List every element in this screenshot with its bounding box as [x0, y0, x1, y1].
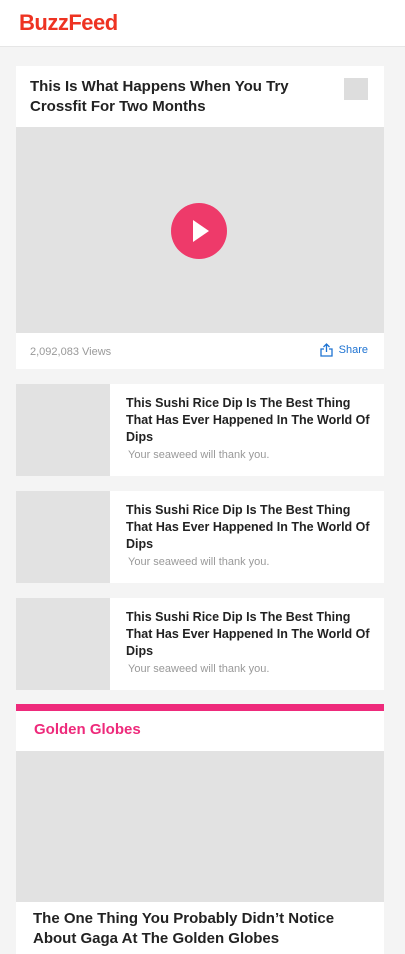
list-item-thumbnail[interactable] — [16, 384, 110, 476]
site-header: BuzzFeed — [0, 0, 405, 47]
share-label: Share — [338, 344, 368, 356]
play-button[interactable] — [171, 203, 227, 259]
view-count: 2,092,083 Views — [30, 346, 112, 358]
list-item-thumbnail[interactable] — [16, 598, 110, 690]
section-accent-bar — [16, 704, 384, 711]
play-icon — [193, 220, 209, 242]
list-item-subtitle: Your seaweed will thank you. — [128, 556, 270, 568]
list-item-subtitle: Your seaweed will thank you. — [128, 663, 270, 675]
list-item-title[interactable]: This Sushi Rice Dip Is The Best Thing Th… — [126, 395, 376, 446]
feature-caption[interactable]: The One Thing You Probably Didn’t Notice… — [16, 902, 384, 954]
list-item[interactable]: This Sushi Rice Dip Is The Best Thing Th… — [16, 491, 384, 583]
list-item-subtitle: Your seaweed will thank you. — [128, 449, 270, 461]
section-header: Golden Globes — [16, 711, 384, 751]
list-item-title[interactable]: This Sushi Rice Dip Is The Best Thing Th… — [126, 609, 376, 660]
list-item-thumbnail[interactable] — [16, 491, 110, 583]
section-title[interactable]: Golden Globes — [34, 721, 141, 738]
share-button[interactable]: Share — [319, 343, 368, 357]
list-item-title[interactable]: This Sushi Rice Dip Is The Best Thing Th… — [126, 502, 376, 553]
buzzfeed-logo[interactable]: BuzzFeed — [19, 10, 118, 36]
video-player[interactable] — [16, 127, 384, 333]
share-icon — [319, 343, 333, 357]
list-item[interactable]: This Sushi Rice Dip Is The Best Thing Th… — [16, 598, 384, 690]
feature-title[interactable]: The One Thing You Probably Didn’t Notice… — [33, 909, 363, 949]
feature-image[interactable] — [16, 751, 384, 902]
list-item[interactable]: This Sushi Rice Dip Is The Best Thing Th… — [16, 384, 384, 476]
video-card[interactable]: This Is What Happens When You Try Crossf… — [16, 66, 384, 369]
video-title[interactable]: This Is What Happens When You Try Crossf… — [30, 77, 320, 117]
thumbnail-placeholder — [344, 78, 368, 100]
